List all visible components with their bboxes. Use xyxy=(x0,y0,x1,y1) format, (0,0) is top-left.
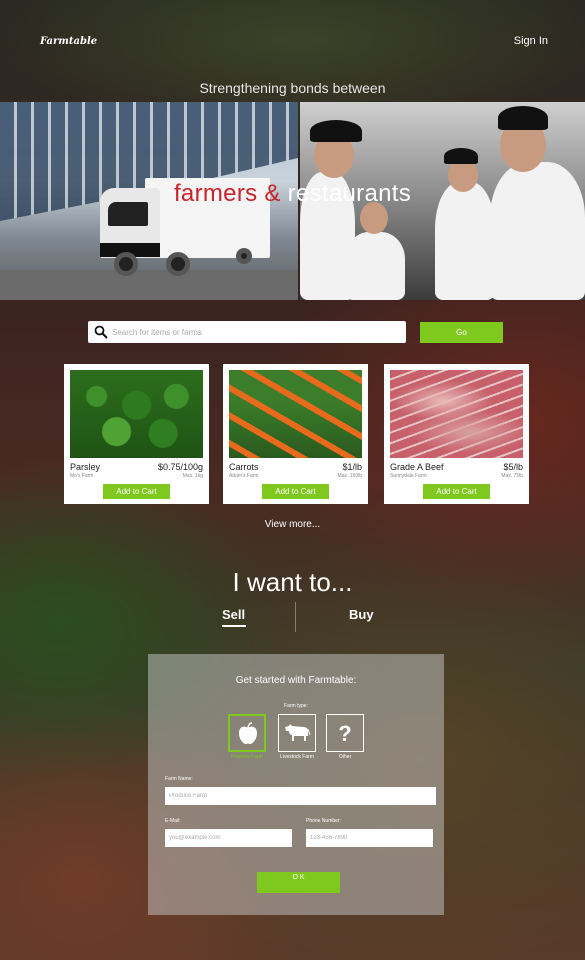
add-to-cart-button[interactable]: Add to Cart xyxy=(423,484,490,499)
product-price: $1/lb xyxy=(342,462,362,472)
product-max: Max. 150lb xyxy=(337,473,362,479)
svg-text:?: ? xyxy=(338,721,351,745)
tab-buy-label: Buy xyxy=(349,607,374,622)
farm-type-livestock-label: Livestock Farm xyxy=(280,754,314,760)
farm-type-other[interactable]: ? xyxy=(326,714,364,752)
product-card-carrots[interactable]: Carrots $1/lb Adam's Farm Max. 150lb Add… xyxy=(223,364,368,504)
farm-name-label: Farm Name: xyxy=(165,776,193,782)
hero-title-restaurants: restaurants xyxy=(280,180,412,207)
email-label: E-Mail: xyxy=(165,818,181,824)
farm-type-livestock[interactable] xyxy=(278,714,316,752)
product-farm: Sunnydale Farm xyxy=(390,473,427,479)
search-bar xyxy=(88,321,406,343)
apple-icon xyxy=(239,722,257,744)
add-to-cart-button[interactable]: Add to Cart xyxy=(103,484,170,499)
active-tab-underline xyxy=(222,625,246,627)
search-icon xyxy=(94,325,108,339)
search-go-button[interactable]: Go xyxy=(420,322,503,343)
farm-type-produce[interactable] xyxy=(228,714,266,752)
tab-sell-label: Sell xyxy=(222,607,246,622)
add-to-cart-button[interactable]: Add to Cart xyxy=(262,484,329,499)
cow-icon xyxy=(285,724,311,741)
product-max: Max. 75lb xyxy=(501,473,523,479)
farm-type-other-label: Other xyxy=(338,754,352,760)
carrots-photo xyxy=(229,370,362,458)
signup-panel: Get started with Farmtable: Farm type: P… xyxy=(148,654,444,915)
top-bar: Farmtable Sign In xyxy=(0,0,585,80)
tab-divider xyxy=(295,602,296,632)
sign-in-link[interactable]: Sign In xyxy=(514,35,548,47)
hero-banner: farmers & restaurants xyxy=(0,102,585,300)
farm-type-label: Farm type: xyxy=(284,703,308,709)
product-name: Parsley xyxy=(70,462,101,472)
hero-title-farmers: farmers xyxy=(173,180,265,207)
view-more-link[interactable]: View more... xyxy=(0,519,585,530)
hero-title-amp: & xyxy=(264,180,281,207)
product-farm: Adam's Farm xyxy=(229,473,259,479)
hero-tagline: Strengthening bonds between xyxy=(199,80,386,96)
ok-button[interactable]: O K xyxy=(257,872,340,893)
intent-heading: I want to... xyxy=(232,567,353,597)
phone-label: Phone Number: xyxy=(306,818,342,824)
tab-buy[interactable]: Buy xyxy=(349,607,374,622)
search-input[interactable] xyxy=(112,321,402,343)
farm-type-produce-label: Produce Farm xyxy=(231,754,263,760)
email-field[interactable] xyxy=(165,829,292,847)
product-name: Grade A Beef xyxy=(390,462,444,472)
tab-sell[interactable]: Sell xyxy=(222,607,246,627)
product-farm: Mo's Farm xyxy=(70,473,94,479)
product-card-beef[interactable]: Grade A Beef $5/lb Sunnydale Farm Max. 7… xyxy=(384,364,529,504)
question-mark-icon: ? xyxy=(338,721,351,745)
signup-title: Get started with Farmtable: xyxy=(235,675,357,686)
beef-photo xyxy=(390,370,523,458)
logo[interactable]: Farmtable xyxy=(40,36,97,47)
farm-name-field[interactable] xyxy=(165,787,436,805)
hero-title: farmers & restaurants xyxy=(0,180,585,208)
product-price: $5/lb xyxy=(503,462,523,472)
parsley-photo xyxy=(70,370,203,458)
product-max: Max. 1kg xyxy=(182,473,203,479)
phone-field[interactable] xyxy=(306,829,433,847)
product-price: $0.75/100g xyxy=(157,462,203,472)
product-card-parsley[interactable]: Parsley $0.75/100g Mo's Farm Max. 1kg Ad… xyxy=(64,364,209,504)
product-name: Carrots xyxy=(229,462,259,472)
